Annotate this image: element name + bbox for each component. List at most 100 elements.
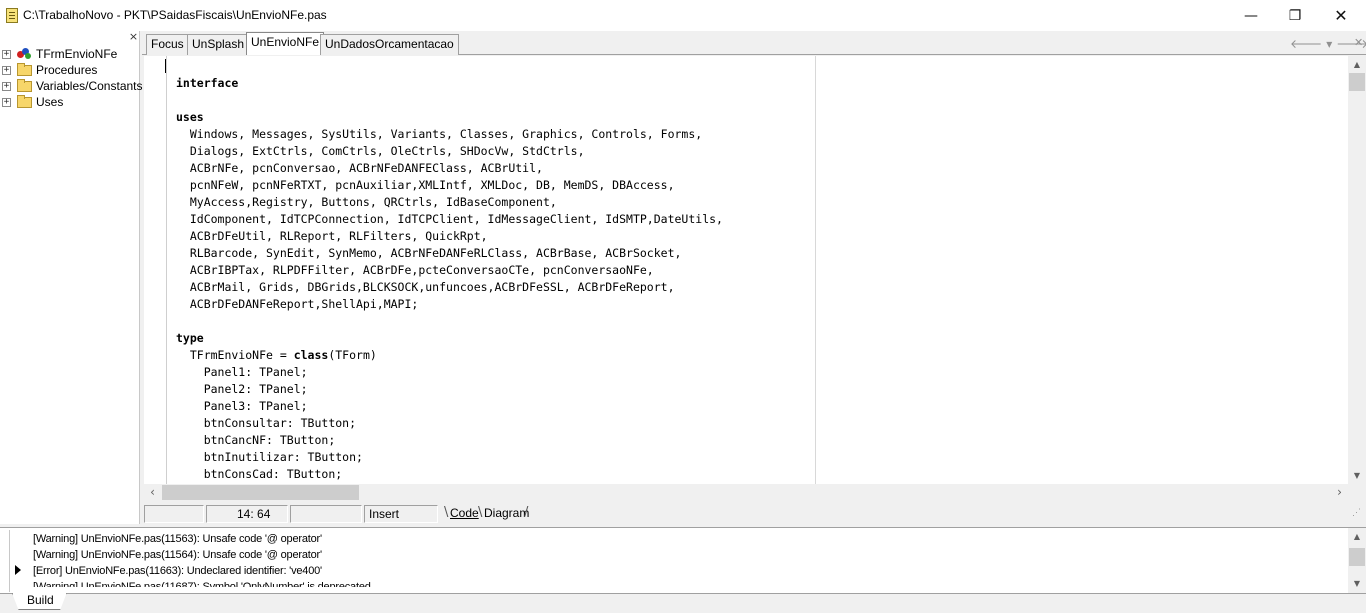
- code-line[interactable]: btnInutilizar: TButton;: [176, 449, 723, 466]
- code-line[interactable]: MyAccess,Registry, Buttons, QRCtrls, IdB…: [176, 194, 723, 211]
- code-text: btnCancNF: TButton;: [176, 433, 336, 447]
- code-line[interactable]: pcnNFeW, pcnNFeRTXT, pcnAuxiliar,XMLIntf…: [176, 177, 723, 194]
- text-caret: [165, 59, 166, 73]
- code-text: Panel1: TPanel;: [176, 365, 308, 379]
- structure-panel: × + TFrmEnvioNFe + Procedures + Variable…: [0, 31, 143, 524]
- code-line[interactable]: Windows, Messages, SysUtils, Variants, C…: [176, 126, 723, 143]
- resize-grip-icon[interactable]: ⋰: [1352, 507, 1364, 521]
- scroll-thumb[interactable]: [162, 485, 359, 500]
- code-line[interactable]: ACBrIBPTax, RLPDFFilter, ACBrDFe,pcteCon…: [176, 262, 723, 279]
- tab-focus[interactable]: Focus: [146, 34, 189, 55]
- code-editor[interactable]: interface uses Windows, Messages, SysUtil…: [144, 56, 1348, 484]
- tab-unsplash[interactable]: UnSplash: [187, 34, 250, 55]
- code-keyword: type: [176, 331, 204, 345]
- tree-item-procedures[interactable]: + Procedures: [2, 62, 143, 78]
- code-line[interactable]: Panel1: TPanel;: [176, 364, 723, 381]
- code-text: pcnNFeW, pcnNFeRTXT, pcnAuxiliar,XMLIntf…: [176, 178, 675, 192]
- code-line[interactable]: interface: [176, 75, 723, 92]
- code-line[interactable]: btnCancNF: TButton;: [176, 432, 723, 449]
- structure-tree: + TFrmEnvioNFe + Procedures + Variables/…: [2, 46, 143, 110]
- title-bar: C:\TrabalhoNovo - PKT\PSaidasFiscais\UnE…: [0, 0, 1366, 31]
- editor-tab-bar: Focus UnSplash UnEnvioNFe UnDadosOrcamen…: [142, 31, 1366, 55]
- close-window-button[interactable]: ✕: [1318, 0, 1364, 31]
- code-line[interactable]: [176, 313, 723, 330]
- editor-vertical-scrollbar[interactable]: ▲ ▼: [1348, 56, 1366, 484]
- status-modified: [144, 505, 204, 523]
- code-keyword: interface: [176, 76, 239, 90]
- tree-item-label: Procedures: [36, 63, 98, 77]
- message-item[interactable]: [Warning] UnEnvioNFe.pas(11687): Symbol …: [33, 579, 371, 587]
- code-line[interactable]: [176, 92, 723, 109]
- code-line[interactable]: btnConsultar: TButton;: [176, 415, 723, 432]
- code-line[interactable]: Panel3: TPanel;: [176, 398, 723, 415]
- tree-item-label: TFrmEnvioNFe: [36, 47, 118, 61]
- file-icon: [6, 8, 18, 23]
- close-panel-icon[interactable]: ×: [128, 31, 139, 43]
- code-text: (TForm): [328, 348, 377, 362]
- edit-mode: Insert: [364, 505, 438, 523]
- status-bar: 14: 64 Insert \ Code \ Diagram /: [142, 503, 1366, 524]
- code-text: btnConsCad: TButton;: [176, 467, 343, 481]
- scroll-down-icon[interactable]: ▼: [1348, 575, 1366, 592]
- code-text: ACBrIBPTax, RLPDFFilter, ACBrDFe,pcteCon…: [176, 263, 654, 277]
- code-text: ACBrMail, Grids, DBGrids,BLCKSOCK,unfunc…: [176, 280, 675, 294]
- tree-item-form[interactable]: + TFrmEnvioNFe: [2, 46, 143, 62]
- expand-icon[interactable]: +: [2, 97, 11, 107]
- code-line[interactable]: type: [176, 330, 723, 347]
- messages-vertical-scrollbar[interactable]: ▲ ▼: [1348, 528, 1366, 594]
- back-arrow-icon[interactable]: 🡐: [1290, 37, 1326, 51]
- code-line[interactable]: btnConsCad: TButton;: [176, 466, 723, 483]
- scroll-up-icon[interactable]: ▲: [1348, 56, 1366, 73]
- code-text: MyAccess,Registry, Buttons, QRCtrls, IdB…: [176, 195, 557, 209]
- code-line[interactable]: IdComponent, IdTCPConnection, IdTCPClien…: [176, 211, 723, 228]
- code-line[interactable]: TFrmEnvioNFe = class(TForm): [176, 347, 723, 364]
- scroll-left-icon[interactable]: ‹: [144, 484, 161, 501]
- scroll-right-icon[interactable]: ›: [1331, 484, 1348, 501]
- code-line[interactable]: ACBrMail, Grids, DBGrids,BLCKSOCK,unfunc…: [176, 279, 723, 296]
- tab-unenvionfe[interactable]: UnEnvioNFe: [246, 32, 325, 55]
- close-tab-icon[interactable]: ✕: [1354, 36, 1363, 49]
- minimize-button[interactable]: —: [1228, 0, 1274, 31]
- tab-code[interactable]: Code: [450, 505, 479, 522]
- scroll-thumb[interactable]: [1349, 73, 1365, 91]
- tab-diagram[interactable]: Diagram: [484, 505, 529, 522]
- code-line[interactable]: ACBrDFeDANFeReport,ShellApi,MAPI;: [176, 296, 723, 313]
- code-line[interactable]: ACBrDFeUtil, RLReport, RLFilters, QuickR…: [176, 228, 723, 245]
- expand-icon[interactable]: +: [2, 81, 11, 91]
- folder-icon: [17, 78, 32, 92]
- source-code[interactable]: interface uses Windows, Messages, SysUtil…: [176, 75, 723, 483]
- code-text: btnInutilizar: TButton;: [176, 450, 363, 464]
- code-text: Windows, Messages, SysUtils, Variants, C…: [176, 127, 703, 141]
- editor-horizontal-scrollbar[interactable]: ‹ ›: [144, 484, 1348, 501]
- code-text: RLBarcode, SynEdit, SynMemo, ACBrNFeDANF…: [176, 246, 682, 260]
- message-item[interactable]: [Warning] UnEnvioNFe.pas(11564): Unsafe …: [33, 547, 371, 563]
- window-title: C:\TrabalhoNovo - PKT\PSaidasFiscais\UnE…: [23, 8, 327, 22]
- code-line[interactable]: ACBrNFe, pcnConversao, ACBrNFeDANFEClass…: [176, 160, 723, 177]
- chevron-down-icon[interactable]: ▾: [1326, 37, 1336, 51]
- tree-item-uses[interactable]: + Uses: [2, 94, 143, 110]
- code-text: btnConsultar: TButton;: [176, 416, 357, 430]
- code-text: IdComponent, IdTCPConnection, IdTCPClien…: [176, 212, 723, 226]
- code-keyword: class: [293, 348, 329, 362]
- expand-icon[interactable]: +: [2, 49, 11, 59]
- code-line[interactable]: Dialogs, ExtCtrls, ComCtrls, OleCtrls, S…: [176, 143, 723, 160]
- messages-tab-bar: Build: [0, 593, 1366, 613]
- scroll-down-icon[interactable]: ▼: [1348, 467, 1366, 484]
- expand-icon[interactable]: +: [2, 65, 11, 75]
- folder-icon: [17, 62, 32, 76]
- code-line[interactable]: uses: [176, 109, 723, 126]
- scroll-thumb[interactable]: [1349, 548, 1365, 566]
- tab-undadosorcamentacao[interactable]: UnDadosOrcamentacao: [320, 34, 459, 55]
- status-blank: [290, 505, 362, 523]
- code-text: ACBrDFeDANFeReport,ShellApi,MAPI;: [176, 297, 419, 311]
- message-item[interactable]: [Warning] UnEnvioNFe.pas(11563): Unsafe …: [33, 531, 371, 547]
- tree-item-variables[interactable]: + Variables/Constants: [2, 78, 143, 94]
- scroll-up-icon[interactable]: ▲: [1348, 528, 1366, 545]
- code-line[interactable]: RLBarcode, SynEdit, SynMemo, ACBrNFeDANF…: [176, 245, 723, 262]
- message-item[interactable]: [Error] UnEnvioNFe.pas(11663): Undeclare…: [33, 563, 371, 579]
- restore-button[interactable]: ❐: [1272, 0, 1318, 31]
- code-line[interactable]: Panel2: TPanel;: [176, 381, 723, 398]
- tab-build[interactable]: Build: [12, 593, 67, 610]
- code-text: Panel2: TPanel;: [176, 382, 308, 396]
- folder-icon: [17, 94, 32, 108]
